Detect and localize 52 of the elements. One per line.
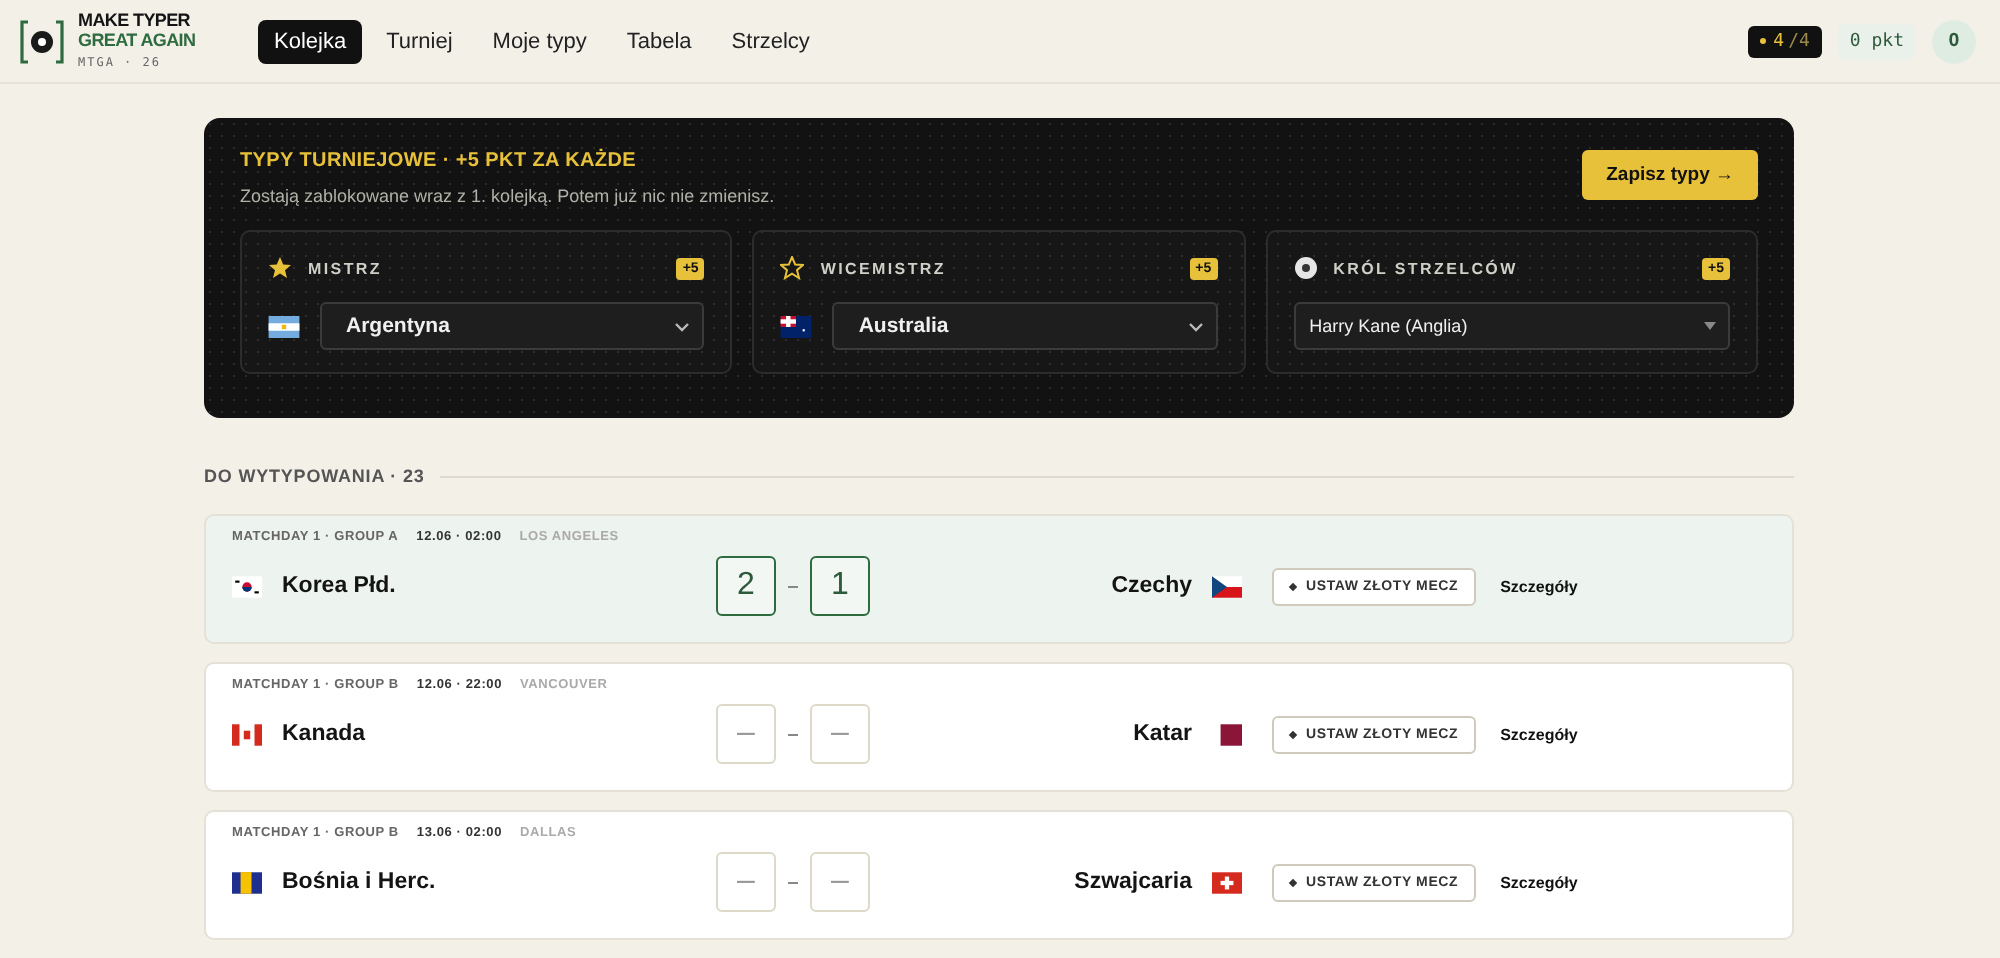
pick-label: MISTRZ bbox=[308, 259, 384, 277]
nav-tab[interactable]: Turniej bbox=[370, 19, 469, 63]
select-field[interactable]: Argentyna bbox=[320, 302, 705, 350]
score-input[interactable]: 1 bbox=[810, 556, 870, 616]
team-name: Bośnia i Herc. bbox=[282, 870, 436, 894]
team-name: Kanada bbox=[282, 722, 366, 746]
caret-icon bbox=[1703, 322, 1716, 330]
score-separator bbox=[788, 733, 798, 735]
chevron-down-icon bbox=[674, 321, 691, 331]
team-name: Katar bbox=[1133, 722, 1192, 746]
details-link[interactable]: Szczegóły bbox=[1500, 873, 1578, 891]
details-link[interactable]: Szczegóły bbox=[1500, 577, 1578, 595]
select-field[interactable]: Australia bbox=[832, 302, 1218, 350]
flag-icon bbox=[1212, 575, 1242, 597]
team-name: Czechy bbox=[1111, 574, 1192, 598]
flag-icon bbox=[232, 575, 262, 597]
score-separator bbox=[788, 585, 798, 587]
nav-tab[interactable]: Moje typy bbox=[476, 19, 603, 63]
score-input[interactable]: – bbox=[810, 852, 870, 912]
flag-icon bbox=[1212, 871, 1242, 893]
flag-icon bbox=[268, 315, 300, 337]
nav-tab[interactable]: Strzelcy bbox=[715, 19, 826, 63]
star-outline-icon bbox=[780, 256, 805, 280]
pick-label: KRÓL STRZELCÓW bbox=[1333, 259, 1520, 277]
avatar-button[interactable]: O bbox=[1932, 19, 1976, 63]
points-badge: 0 pkt bbox=[1837, 23, 1916, 59]
flag-icon bbox=[232, 723, 262, 745]
nav-tab[interactable]: Tabela bbox=[610, 19, 708, 63]
logo-title: GREAT AGAIN bbox=[78, 29, 196, 49]
pick-label: WICEMISTRZ bbox=[820, 259, 948, 277]
team-name: Korea Płd. bbox=[282, 574, 396, 598]
details-link[interactable]: Szczegóły bbox=[1500, 725, 1578, 743]
score-input[interactable]: – bbox=[716, 704, 776, 764]
score-input[interactable]: 2 bbox=[716, 556, 776, 616]
select-field[interactable]: Harry Kane (Anglia) bbox=[1293, 302, 1730, 350]
logo-title: MAKE TYPER bbox=[78, 9, 193, 29]
flag-icon bbox=[232, 871, 262, 893]
score-input[interactable]: – bbox=[810, 704, 870, 764]
score-separator bbox=[788, 881, 798, 883]
panel-title: TYPY TURNIEJOWE · +5 PKT ZA KAŻDE bbox=[240, 150, 639, 172]
score-input[interactable]: – bbox=[716, 852, 776, 912]
ball-icon bbox=[1293, 256, 1318, 280]
panel-subtitle: Zostają zablokowane wraz z 1. kolejką. Potem już nic nie zmienisz. bbox=[240, 186, 775, 206]
chevron-down-icon bbox=[1187, 321, 1204, 331]
star-icon bbox=[268, 256, 292, 280]
team-name: Szwajcaria bbox=[1074, 870, 1192, 894]
save-button[interactable]: Zapisz typy → bbox=[1582, 150, 1758, 200]
flag-icon bbox=[780, 315, 813, 337]
logo-icon bbox=[20, 17, 64, 65]
nav-tab[interactable]: Kolejka bbox=[258, 19, 363, 63]
progress-badge: 4 /4 bbox=[1747, 25, 1822, 57]
section-title: DO WYTYPOWANIA · 23 bbox=[204, 466, 425, 486]
